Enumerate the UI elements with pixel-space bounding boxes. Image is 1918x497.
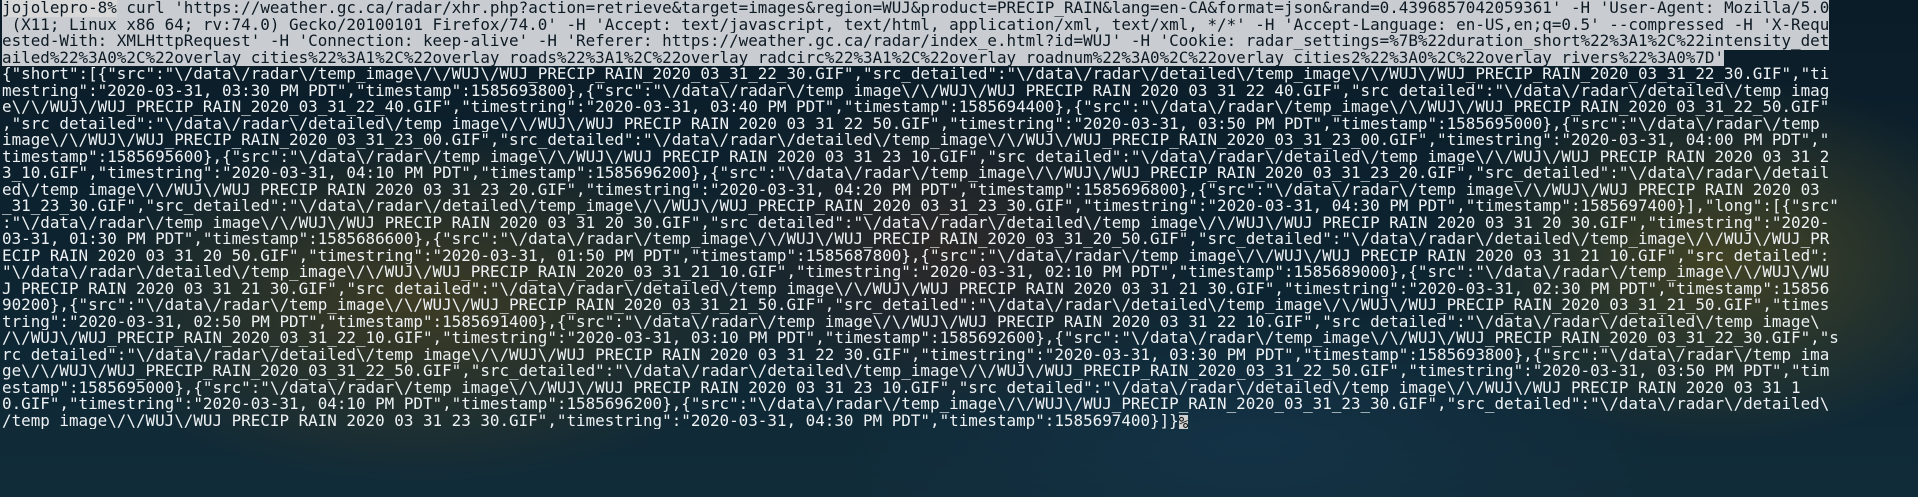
output-text: /temp_image\/\/WUJ\/WUJ_PRECIP_RAIN_2020…: [2, 412, 1179, 429]
output-line: ECIP_RAIN_2020_03_31_20_50.GIF","timestr…: [2, 247, 1830, 264]
output-line: ,"src_detailed":"\/data\/radar\/detailed…: [2, 115, 1830, 132]
command-line-1: jojolepro-8% curl 'https://weather.gc.ca…: [2, 0, 1918, 17]
command-text: ested-With: XMLHttpRequest' -H 'Connecti…: [2, 33, 1830, 50]
command-text: ailed%22%3A0%2C%22overlay_cities%22%3A1%…: [2, 49, 1725, 66]
output-line: /\/WUJ\/WUJ_PRECIP_RAIN_2020_03_31_22_10…: [2, 330, 1839, 347]
command-line-3: ested-With: XMLHttpRequest' -H 'Connecti…: [2, 33, 1918, 50]
command-line-2: (X11; Linux x86_64; rv:74.0) Gecko/20100…: [2, 16, 1918, 33]
terminal-window[interactable]: jojolepro-8% curl 'https://weather.gc.ca…: [0, 0, 1918, 497]
output-line: 3_10.GIF","timestring":"2020-03-31, 04:1…: [2, 165, 1830, 182]
command-line-4: ailed%22%3A0%2C%22overlay_cities%22%3A1%…: [2, 49, 1918, 66]
output-line: "\/data\/radar\/detailed\/temp_image\/\/…: [2, 264, 1830, 281]
output-line: :"\/data\/radar\/temp_image\/\/WUJ\/WUJ_…: [2, 214, 1830, 231]
output-line: 03-31, 01:30 PM PDT","timestamp":1585686…: [2, 231, 1830, 248]
output-line: rc_detailed":"\/data\/radar\/detailed\/t…: [2, 346, 1830, 363]
command-text: (X11; Linux x86_64; rv:74.0) Gecko/20100…: [2, 16, 1830, 33]
output-line: mestring":"2020-03-31, 03:30 PM PDT","ti…: [2, 82, 1830, 99]
output-line: estamp":1585695000},{"src":"\/data\/rada…: [2, 379, 1801, 396]
output-line: 0.GIF","timestring":"2020-03-31, 04:10 P…: [2, 396, 1830, 413]
output-line: timestamp":1585695600},{"src":"\/data\/r…: [2, 148, 1830, 165]
output-line: J_PRECIP_RAIN_2020_03_31_21_30.GIF","src…: [2, 280, 1830, 297]
terminal-cursor: %: [1178, 412, 1189, 429]
output-line: {"short":[{"src":"\/data\/radar\/temp_im…: [2, 66, 1830, 83]
output-line: 90200},{"src":"\/data\/radar\/temp_image…: [2, 297, 1830, 314]
shell-prompt: jojolepro-8%: [2, 0, 117, 17]
output-line-last: /temp_image\/\/WUJ\/WUJ_PRECIP_RAIN_2020…: [2, 412, 1918, 429]
output-line: image\/\/WUJ\/WUJ_PRECIP_RAIN_2020_03_31…: [2, 132, 1830, 149]
output-line: tring":"2020-03-31, 02:50 PM PDT","times…: [2, 313, 1820, 330]
output-line: _31_23_30.GIF","src_detailed":"\/data\/r…: [2, 198, 1839, 215]
output-line: ed\/temp_image\/\/WUJ\/WUJ_PRECIP_RAIN_2…: [2, 181, 1820, 198]
command-text: curl 'https://weather.gc.ca/radar/xhr.ph…: [116, 0, 1830, 17]
output-line: ge\/\/WUJ\/WUJ_PRECIP_RAIN_2020_03_31_22…: [2, 363, 1830, 380]
output-line: e\/\/WUJ\/WUJ_PRECIP_RAIN_2020_03_31_22_…: [2, 99, 1830, 116]
